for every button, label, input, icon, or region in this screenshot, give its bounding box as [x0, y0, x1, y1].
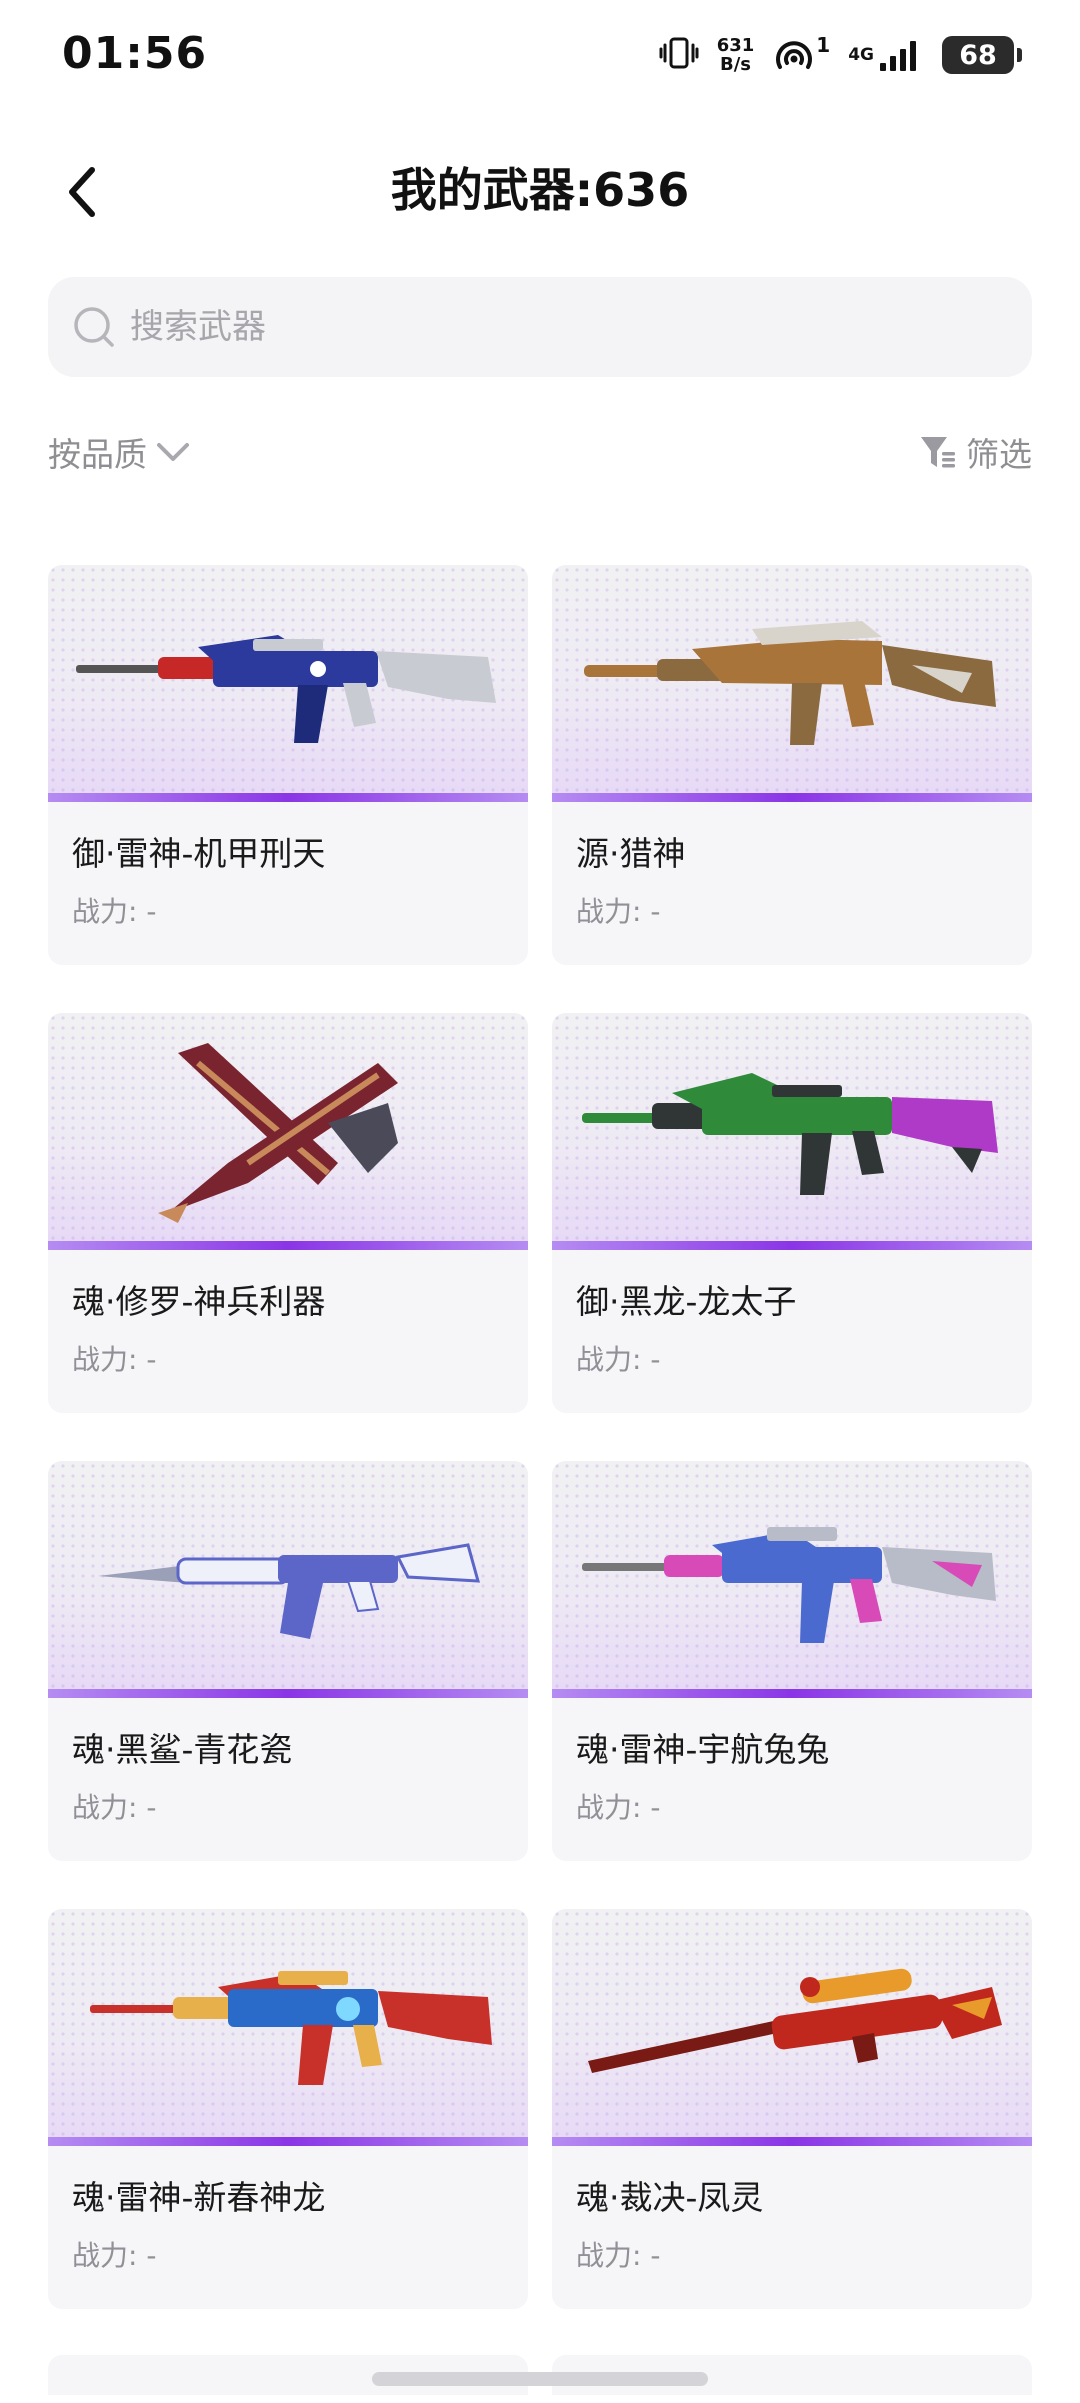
home-indicator[interactable]: [372, 2372, 708, 2386]
filter-button[interactable]: 筛选: [918, 426, 1032, 478]
weapon-card[interactable]: 御·黑龙-龙太子 战力: -: [552, 1013, 1032, 1413]
weapon-card[interactable]: 魂·黑鲨-青花瓷 战力: -: [48, 1461, 528, 1861]
rifle-icon: [98, 1543, 481, 1639]
weapon-card[interactable]: 魂·修罗-神兵利器 战力: -: [48, 1013, 528, 1413]
hotspot-count: 1: [816, 33, 831, 57]
weapon-name: 源·猎神: [576, 834, 686, 873]
weapon-name: 魂·雷神-新春神龙: [72, 2178, 326, 2217]
rifle-icon: [90, 1971, 492, 2085]
melee-weapon-icon: [158, 1043, 398, 1223]
weapon-power: 战力: -: [72, 895, 157, 928]
battery-indicator: 68: [942, 36, 1022, 74]
search-box[interactable]: [48, 277, 1032, 377]
weapon-list-page: 01:56 631 B/s 1 4G 68 我的武器:636 搜索武器 按品质 …: [0, 0, 1080, 2403]
search-input[interactable]: [130, 307, 1010, 347]
weapon-name: 魂·雷神-宇航兔兔: [576, 1730, 830, 1769]
weapon-name: 魂·修罗-神兵利器: [72, 1282, 326, 1321]
filter-icon: [921, 437, 955, 468]
chevron-down-icon: [157, 443, 189, 461]
page-title: 我的武器:636: [390, 163, 690, 217]
network-type: 4G: [848, 45, 874, 65]
cellular-signal: 4G: [848, 37, 924, 73]
weapon-image: [552, 1461, 1032, 1698]
weapon-power: 战力: -: [576, 1791, 661, 1824]
signal-bars-icon: [880, 41, 916, 71]
weapon-image: [552, 1013, 1032, 1250]
weapon-card[interactable]: 魂·雷神-新春神龙 战力: -: [48, 1909, 528, 2309]
weapon-card[interactable]: 魂·雷神-宇航兔兔 战力: -: [552, 1461, 1032, 1861]
rifle-icon: [582, 1073, 998, 1195]
weapon-name: 魂·黑鲨-青花瓷: [72, 1730, 293, 1769]
weapon-image: [48, 565, 528, 802]
weapon-image: [552, 1909, 1032, 2146]
weapon-name: 魂·裁决-凤灵: [576, 2178, 764, 2217]
weapon-image: [48, 1909, 528, 2146]
sniper-rifle-icon: [588, 1968, 1002, 2073]
weapon-name: 御·黑龙-龙太子: [576, 1282, 797, 1321]
sort-label: 按品质: [48, 435, 147, 474]
vibrate-icon: [659, 33, 699, 77]
rifle-icon: [582, 1527, 996, 1643]
filter-label: 筛选: [966, 435, 1032, 474]
rifle-icon: [584, 621, 996, 745]
net-speed: 631 B/s: [717, 36, 755, 74]
sort-dropdown[interactable]: 按品质: [48, 426, 193, 478]
weapon-power: 战力: -: [72, 1343, 157, 1376]
weapon-image: [48, 1461, 528, 1698]
weapon-card[interactable]: 御·雷神-机甲刑天 战力: -: [48, 565, 528, 965]
weapon-image: [552, 565, 1032, 802]
status-bar: 01:56 631 B/s 1 4G 68: [0, 0, 1080, 110]
weapon-name: 御·雷神-机甲刑天: [72, 834, 326, 873]
weapon-image: [48, 1013, 528, 1250]
weapon-power: 战力: -: [576, 895, 661, 928]
status-time: 01:56: [62, 28, 208, 79]
weapon-power: 战力: -: [72, 2239, 157, 2272]
weapon-grid: 御·雷神-机甲刑天 战力: - 源·猎神 战力: - 魂·修罗-神兵利器 战力:…: [48, 565, 1032, 2309]
weapon-power: 战力: -: [72, 1791, 157, 1824]
weapon-card[interactable]: 魂·裁决-凤灵 战力: -: [552, 1909, 1032, 2309]
net-speed-value: 631: [716, 35, 755, 56]
weapon-power: 战力: -: [576, 2239, 661, 2272]
net-speed-unit: B/s: [719, 54, 751, 75]
hotspot-icon: 1: [772, 35, 830, 75]
weapon-power: 战力: -: [576, 1343, 661, 1376]
search-icon: [74, 307, 114, 347]
status-icons: 631 B/s 1 4G 68: [659, 30, 1022, 80]
weapon-card[interactable]: 源·猎神 战力: -: [552, 565, 1032, 965]
rifle-icon: [76, 635, 496, 743]
